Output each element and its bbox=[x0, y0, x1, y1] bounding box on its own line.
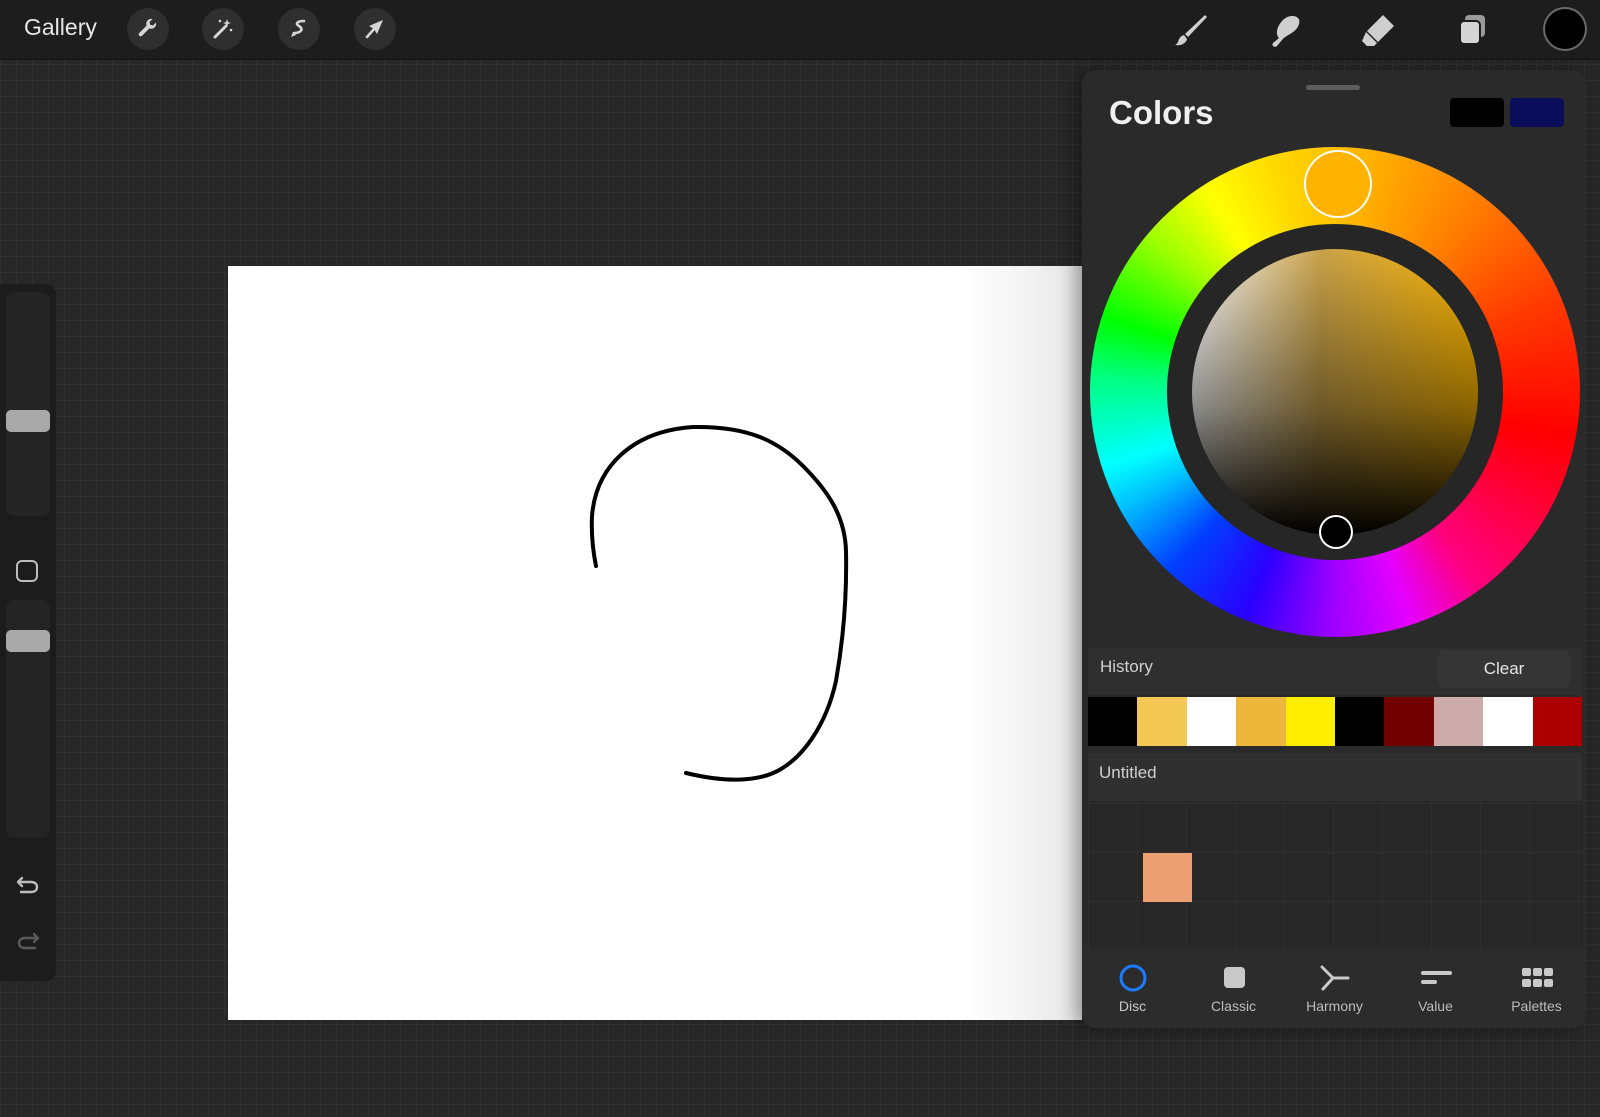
history-swatch[interactable] bbox=[1137, 697, 1187, 746]
history-swatches bbox=[1088, 697, 1583, 746]
tab-label: Disc bbox=[1118, 998, 1147, 1014]
modify-square-icon[interactable] bbox=[16, 560, 38, 582]
eraser-button[interactable] bbox=[1355, 8, 1401, 52]
eraser-icon bbox=[1362, 15, 1394, 46]
current-color-button[interactable] bbox=[1545, 9, 1585, 49]
canvas-stroke bbox=[589, 424, 849, 782]
tab-disc[interactable]: Disc bbox=[1082, 950, 1183, 1028]
undo-icon[interactable] bbox=[14, 870, 42, 898]
hue-knob[interactable] bbox=[1306, 152, 1370, 216]
tab-label: Palettes bbox=[1511, 998, 1562, 1014]
classic-square-icon bbox=[1218, 962, 1250, 994]
value-sliders-icon bbox=[1420, 962, 1452, 994]
redo-icon[interactable] bbox=[14, 926, 42, 954]
drawing-canvas[interactable] bbox=[228, 266, 1082, 1020]
saturation-brightness-disc[interactable] bbox=[1192, 249, 1478, 535]
brush-size-thumb[interactable] bbox=[6, 410, 50, 432]
history-swatch[interactable] bbox=[1335, 697, 1385, 746]
transform-button[interactable] bbox=[354, 8, 396, 50]
wrench-icon bbox=[138, 18, 157, 37]
palettes-grid-icon bbox=[1521, 962, 1553, 994]
magic-wand-icon bbox=[213, 19, 233, 39]
panel-title: Colors bbox=[1109, 94, 1214, 131]
palette-swatch[interactable] bbox=[1143, 853, 1192, 902]
tab-label: Harmony bbox=[1306, 998, 1363, 1014]
saturation-knob[interactable] bbox=[1321, 517, 1351, 547]
history-swatch[interactable] bbox=[1483, 697, 1533, 746]
gallery-button[interactable]: Gallery bbox=[24, 14, 97, 41]
primary-color-swatch[interactable] bbox=[1450, 98, 1504, 127]
history-label: History bbox=[1100, 657, 1153, 676]
history-swatch[interactable] bbox=[1433, 697, 1484, 746]
tab-palettes[interactable]: Palettes bbox=[1486, 950, 1587, 1028]
color-mode-tabs: Disc Classic Harmony Value Palettes bbox=[1082, 950, 1587, 1028]
layers-icon bbox=[1459, 15, 1485, 45]
palette-header bbox=[1088, 753, 1582, 801]
smudge-icon bbox=[1272, 15, 1300, 47]
layers-button[interactable] bbox=[1449, 8, 1495, 52]
palette-name: Untitled bbox=[1099, 763, 1157, 782]
actions-button[interactable] bbox=[127, 8, 169, 50]
secondary-color-swatch[interactable] bbox=[1510, 98, 1564, 127]
adjustments-button[interactable] bbox=[202, 8, 244, 50]
transform-arrow-icon bbox=[365, 20, 383, 39]
tab-label: Classic bbox=[1210, 998, 1257, 1014]
history-swatch[interactable] bbox=[1285, 697, 1336, 746]
history-swatch[interactable] bbox=[1186, 697, 1237, 746]
opacity-thumb[interactable] bbox=[6, 630, 50, 652]
brush-size-slider[interactable] bbox=[6, 292, 50, 516]
top-toolbar: Gallery bbox=[0, 0, 1600, 60]
tab-value[interactable]: Value bbox=[1385, 950, 1486, 1028]
harmony-icon bbox=[1319, 962, 1351, 994]
history-swatch[interactable] bbox=[1532, 697, 1583, 746]
disc-icon bbox=[1117, 962, 1149, 994]
selection-icon bbox=[291, 19, 306, 37]
smudge-button[interactable] bbox=[1262, 8, 1308, 52]
panel-grabber[interactable] bbox=[1306, 85, 1360, 90]
left-sidebar bbox=[0, 284, 56, 981]
brush-icon bbox=[1175, 15, 1207, 46]
history-swatch[interactable] bbox=[1236, 697, 1286, 746]
tab-label: Value bbox=[1418, 998, 1453, 1014]
clear-history-button[interactable]: Clear bbox=[1438, 650, 1570, 688]
tab-classic[interactable]: Classic bbox=[1183, 950, 1284, 1028]
selection-button[interactable] bbox=[278, 8, 320, 50]
colors-panel: Colors History Clear Untitled Disc Classi… bbox=[1082, 70, 1587, 1028]
brush-button[interactable] bbox=[1168, 8, 1214, 52]
tab-harmony[interactable]: Harmony bbox=[1284, 950, 1385, 1028]
history-swatch[interactable] bbox=[1088, 697, 1138, 746]
history-swatch[interactable] bbox=[1384, 697, 1434, 746]
palette-grid bbox=[1088, 803, 1582, 948]
